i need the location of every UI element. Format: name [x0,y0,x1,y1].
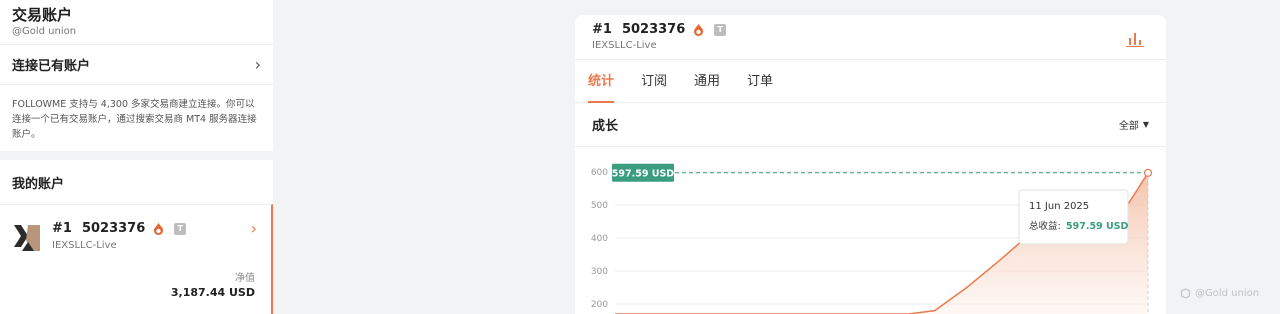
current-value-label: 597.59 USD [612,168,675,179]
account-rank: #1 [52,221,72,236]
equity-value: 3,187.44 USD [170,286,255,299]
my-accounts-header: 我的账户 [0,160,273,204]
panel-account-type-badge: T [714,23,727,36]
fire-icon [694,23,704,36]
connect-account-button[interactable]: 连接已有账户 › [0,44,273,84]
tab-stats[interactable]: 统计 [588,60,615,103]
range-select[interactable]: 全部 ▼ [1119,117,1149,132]
my-accounts-title: 我的账户 [12,176,65,192]
account-detail-panel: #1 5023376 T IEXSLLC-Live 统计 订阅 通用 订单 成长… [575,15,1166,314]
account-number: 5023376 [81,221,146,236]
panel-tabs: 统计 订阅 通用 订单 [575,59,1166,103]
tooltip-value: 597.59 USD [1066,221,1129,232]
tooltip-date: 11 Jun 2025 [1029,201,1089,212]
range-select-value: 全部 [1118,121,1139,132]
panel-account-number: 5023376 [621,22,686,37]
y-tick-label: 200 [591,300,608,310]
platform-logo-icon [1180,288,1191,299]
fire-icon [154,222,164,235]
y-tick-label: 300 [591,267,608,277]
account-header: 交易账户 @Gold union [0,0,273,44]
bar-chart-icon[interactable] [1126,31,1144,47]
tab-orders[interactable]: 订单 [747,60,773,103]
y-tick-label: 600 [591,168,608,178]
tab-subscribe[interactable]: 订阅 [641,60,667,103]
y-tick-label: 400 [591,234,608,244]
growth-section-header: 成长 全部 ▼ [575,103,1166,147]
account-handle: @Gold union [12,26,77,37]
panel-broker-name: IEXSLLC-Live [592,40,657,51]
connect-info-text: FOLLOWME 支持与 4,300 多家交易商建立连接。你可以连接一个已有交易… [0,84,273,151]
watermark-text: @Gold union [1195,288,1260,299]
growth-chart[interactable]: 600 500 400 300 200 597.59 USD 11 Jun 2025 总收益:… [575,147,1166,314]
account-title: 交易账户 [12,6,73,24]
chevron-right-icon: › [254,54,261,74]
watermark: @Gold union [1180,288,1259,299]
connect-account-label: 连接已有账户 [12,59,91,74]
tab-general[interactable]: 通用 [694,60,720,103]
tooltip-label: 总收益: [1029,220,1061,232]
data-point [1143,168,1153,177]
equity-label: 净值 [235,273,255,284]
tooltip-box [1018,189,1129,245]
panel-account-rank: #1 [592,22,612,37]
growth-title: 成长 [592,119,619,134]
y-tick-label: 500 [591,201,608,211]
account-type-badge: T [174,222,187,235]
broker-name: IEXSLLC-Live [52,240,117,251]
account-list-item[interactable]: #1 5023376 T IEXSLLC-Live › 净值 3,187.44 … [0,204,273,314]
account-sidebar: 交易账户 @Gold union 连接已有账户 › FOLLOWME 支持与 4… [0,0,273,314]
panel-header: #1 5023376 T IEXSLLC-Live [575,15,1166,59]
caret-down-icon: ▼ [1142,120,1149,129]
chevron-right-icon: › [250,219,257,238]
broker-logo-icon [12,223,42,253]
